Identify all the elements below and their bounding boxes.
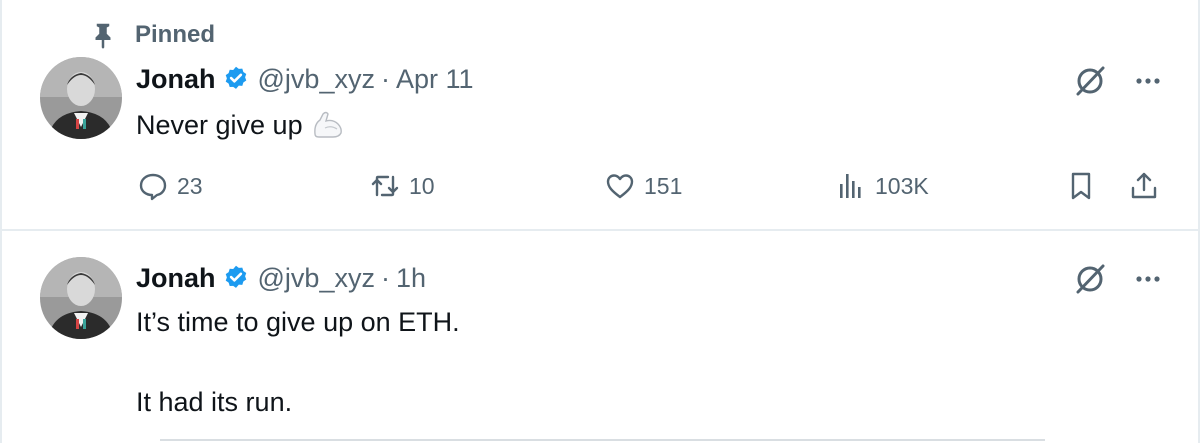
tweet-actions: 23 10 151 103K: [2, 168, 1198, 204]
author-handle[interactable]: @jvb_xyz: [258, 263, 375, 294]
tweet-header: Jonah @jvb_xyz · Apr 11: [136, 62, 474, 96]
tweet-timestamp[interactable]: 1h: [396, 263, 426, 294]
like-button[interactable]: 151: [604, 168, 682, 204]
verified-badge-icon: [222, 264, 250, 292]
reply-count: 23: [177, 172, 203, 199]
avatar[interactable]: [40, 257, 122, 339]
tweet-header: Jonah @jvb_xyz · 1h: [136, 261, 426, 295]
more-options-icon[interactable]: [1130, 261, 1166, 297]
pinned-label: Pinned: [135, 21, 216, 48]
author-name[interactable]: Jonah: [136, 64, 216, 95]
views-count: 103K: [875, 172, 929, 199]
bottom-divider: [160, 439, 1045, 441]
tweet-text-content: Never give up: [136, 109, 303, 140]
bookmark-button[interactable]: [1065, 168, 1097, 204]
views-button[interactable]: 103K: [835, 168, 929, 204]
share-button[interactable]: [1128, 168, 1160, 204]
header-separator: ·: [380, 63, 390, 94]
retweet-icon: [371, 175, 399, 197]
tweet-text-line-2: It had its run.: [136, 387, 293, 417]
grok-icon[interactable]: [1072, 261, 1108, 297]
flexed-biceps-emoji-icon: [311, 110, 345, 140]
pinned-indicator: Pinned: [88, 19, 215, 51]
heart-icon: [606, 174, 634, 199]
bookmark-icon: [1071, 172, 1091, 200]
tweet[interactable]: Jonah @jvb_xyz · 1h It’s time to give up…: [2, 231, 1198, 443]
reply-button[interactable]: 23: [137, 168, 203, 204]
author-handle[interactable]: @jvb_xyz: [258, 64, 375, 95]
pin-icon: [88, 20, 118, 50]
retweet-count: 10: [409, 172, 435, 199]
grok-icon[interactable]: [1072, 63, 1108, 99]
more-options-icon[interactable]: [1130, 63, 1166, 99]
tweet-text-line-1: It’s time to give up on ETH.: [136, 307, 460, 337]
tweet-timestamp[interactable]: Apr 11: [396, 64, 474, 95]
share-icon: [1131, 172, 1157, 199]
tweet-pinned[interactable]: Pinned Jonah @jvb_xyz · Apr 11 Never giv…: [2, 0, 1198, 231]
author-name[interactable]: Jonah: [136, 263, 216, 294]
tweet-text: Never give up: [136, 107, 345, 143]
retweet-button[interactable]: 10: [369, 168, 435, 204]
avatar[interactable]: [40, 57, 122, 139]
verified-badge-icon: [222, 65, 250, 93]
reply-icon: [139, 173, 167, 201]
views-chart-icon: [840, 174, 861, 198]
header-separator: ·: [380, 262, 390, 293]
timeline: Pinned Jonah @jvb_xyz · Apr 11 Never giv…: [0, 0, 1200, 443]
like-count: 151: [644, 172, 683, 199]
